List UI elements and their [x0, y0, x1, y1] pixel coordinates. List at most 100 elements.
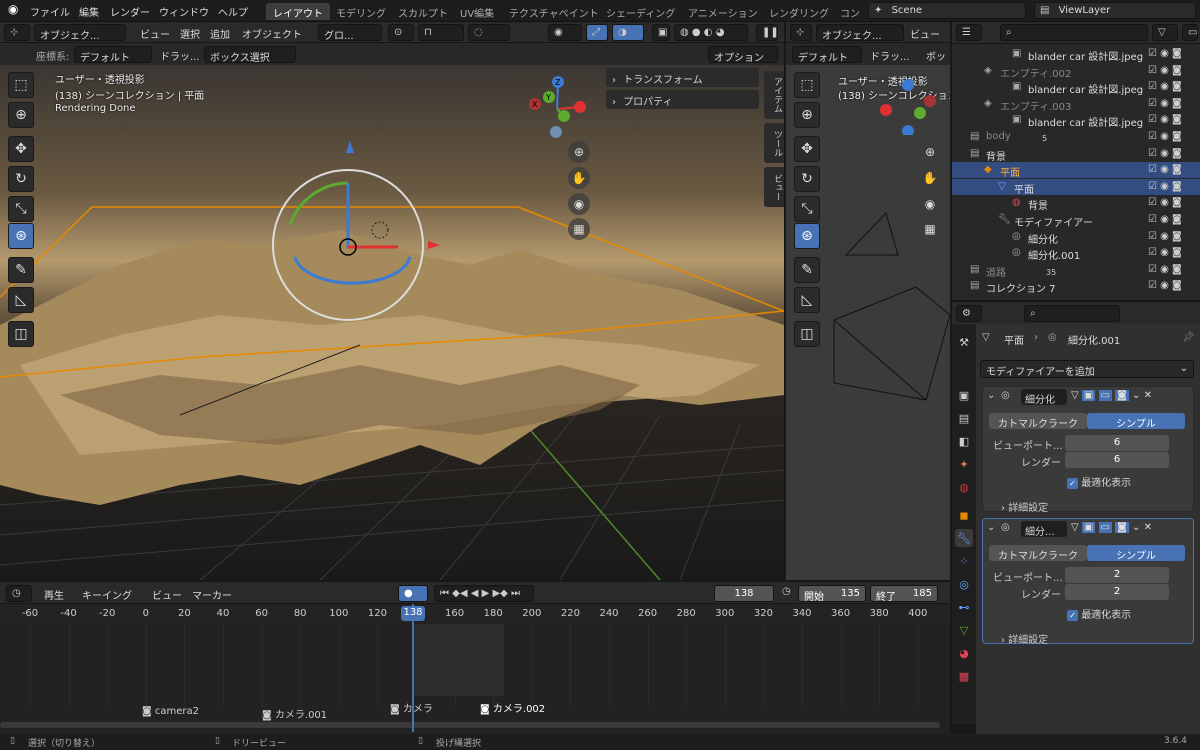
- view-layer-tab[interactable]: ◧: [955, 432, 973, 450]
- optimal-display-checkbox[interactable]: ✓ 最適化表示: [1067, 474, 1131, 489]
- start-frame-field[interactable]: 開始 135: [798, 585, 866, 602]
- overlay-toggle[interactable]: ◑: [612, 24, 644, 41]
- outliner-row[interactable]: ◆ 平面 ☑ ◉ ◙: [952, 162, 1200, 179]
- timeline-scrollbar[interactable]: [0, 722, 940, 728]
- menu-view[interactable]: ビュー: [910, 26, 940, 41]
- tab-item[interactable]: アイテム: [764, 71, 784, 119]
- move-tool[interactable]: ✥: [794, 136, 820, 162]
- add-cube-tool[interactable]: ◫: [8, 321, 34, 347]
- outliner-row[interactable]: ▤ 背景 ☑ ◉ ◙: [952, 146, 1200, 163]
- render-levels-field[interactable]: 6: [1065, 452, 1169, 468]
- modifier-name-field[interactable]: 細分化: [1021, 389, 1067, 405]
- modifier-name-field[interactable]: 細分...: [1021, 521, 1067, 537]
- mode-select[interactable]: オブジェク...: [816, 24, 904, 41]
- tab-sculpt[interactable]: スカルプト: [391, 3, 455, 20]
- ortho-view-button[interactable]: ▦: [568, 218, 590, 240]
- outliner-row[interactable]: ▣ blander car 設計図.jpeg ☑ ◉ ◙: [952, 112, 1200, 129]
- modifier-tab[interactable]: 🔧︎: [955, 529, 973, 547]
- tab-shading[interactable]: シェーディング: [599, 3, 682, 20]
- pause-button[interactable]: ❚❚: [756, 24, 778, 41]
- outliner-row[interactable]: ◎ 細分化.001 ☑ ◉ ◙: [952, 245, 1200, 262]
- tab-animation[interactable]: アニメーション: [681, 3, 765, 20]
- visibility-toggles[interactable]: ☑ ◉ ◙: [1148, 148, 1182, 159]
- outliner-row[interactable]: ▤ body ☑ ◉ ◙: [952, 129, 1200, 145]
- tab-modeling[interactable]: モデリング: [329, 3, 393, 20]
- options-button[interactable]: オプション: [708, 46, 778, 63]
- rotate-tool[interactable]: ↻: [794, 166, 820, 192]
- shading-modes[interactable]: ◍ ● ◐ ◕: [674, 24, 748, 41]
- visibility-toggle[interactable]: ◉: [548, 24, 582, 41]
- camera-view-button[interactable]: ◉: [568, 193, 590, 215]
- menu-file[interactable]: ファイル: [30, 4, 70, 19]
- current-frame-field[interactable]: 138: [714, 585, 774, 602]
- outliner-row[interactable]: ◎ 細分化 ☑ ◉ ◙: [952, 229, 1200, 246]
- select-mode[interactable]: ボックス選択: [204, 46, 296, 63]
- blender-logo-icon[interactable]: ◉: [8, 2, 18, 16]
- visibility-toggles[interactable]: ☑ ◉ ◙: [1148, 98, 1182, 109]
- camera-marker[interactable]: ◙ カメラ.002: [480, 700, 545, 715]
- select-tool[interactable]: ⬚: [794, 72, 820, 98]
- viewport-right-canvas[interactable]: ユーザー・透視投影 (138) シーンコレクション ⬚ ⊕ ✥ ↻ ⤡ ⊛ ✎ …: [786, 65, 950, 580]
- scale-tool[interactable]: ⤡: [794, 196, 820, 222]
- coord-select[interactable]: デフォルト: [792, 46, 862, 63]
- navigation-gizmo[interactable]: Z Y X: [522, 73, 592, 143]
- zoom-view-button[interactable]: ⊕: [568, 141, 590, 163]
- tab-compositing[interactable]: コン: [833, 3, 867, 20]
- outliner-row[interactable]: ◈ エンプティ.003 ☑ ◉ ◙: [952, 96, 1200, 113]
- visibility-toggles[interactable]: ☑ ◉ ◙: [1148, 81, 1182, 92]
- stopwatch-icon[interactable]: ◷: [782, 586, 791, 597]
- render-levels-field[interactable]: 2: [1065, 584, 1169, 600]
- end-frame-field[interactable]: 終了 185: [870, 585, 938, 602]
- visibility-toggles[interactable]: ☑ ◉ ◙: [1148, 280, 1182, 291]
- outliner-row[interactable]: ◈ エンプティ.002 ☑ ◉ ◙: [952, 63, 1200, 80]
- outliner-row[interactable]: ▽ 平面 ☑ ◉ ◙: [952, 178, 1200, 196]
- tab-view[interactable]: ビュー: [764, 167, 784, 207]
- coord-select[interactable]: デフォルト: [74, 46, 152, 63]
- tab-tool[interactable]: ツール: [764, 123, 784, 163]
- menu-render[interactable]: レンダー: [110, 4, 150, 19]
- world-tab[interactable]: ◍: [955, 478, 973, 496]
- tab-texture-paint[interactable]: テクスチャペイント: [502, 3, 606, 20]
- orientation-select[interactable]: グロ...: [318, 24, 382, 41]
- drag-label[interactable]: ドラッ...: [160, 48, 200, 63]
- visibility-toggles[interactable]: ☑ ◉ ◙: [1148, 65, 1182, 76]
- camera-marker[interactable]: ◙ カメラ: [390, 700, 433, 715]
- tab-rendering[interactable]: レンダリング: [762, 3, 836, 20]
- texture-tab[interactable]: ▩: [955, 667, 973, 685]
- menu-help[interactable]: ヘルプ: [218, 4, 248, 19]
- menu-window[interactable]: ウィンドウ: [159, 4, 209, 19]
- tab-uv-edit[interactable]: UV編集: [453, 3, 501, 20]
- xray-toggle[interactable]: ▣: [652, 24, 670, 41]
- menu-playback[interactable]: 再生: [44, 587, 64, 602]
- outliner-row[interactable]: ▣ blander car 設計図.jpeg ☑ ◉ ◙: [952, 46, 1200, 63]
- editor-type-button[interactable]: ⊹: [790, 24, 812, 41]
- outliner-row[interactable]: 🔧︎ モディファイアー ☑ ◉ ◙: [952, 212, 1200, 229]
- menu-add[interactable]: 追加: [210, 26, 230, 41]
- constraints-tab[interactable]: ⊷: [955, 598, 973, 616]
- physics-tab[interactable]: ◎: [955, 575, 973, 593]
- menu-keying[interactable]: キーイング: [82, 587, 132, 602]
- playhead-frame[interactable]: 138: [401, 606, 425, 621]
- transform-tool[interactable]: ⊛: [8, 223, 34, 249]
- visibility-toggles[interactable]: ☑ ◉ ◙: [1148, 181, 1182, 192]
- gizmo-right-arrow[interactable]: [428, 241, 440, 249]
- visibility-toggles[interactable]: ☑ ◉ ◙: [1148, 164, 1182, 175]
- zoom-view-button[interactable]: ⊕: [919, 141, 941, 163]
- catmull-clark-button[interactable]: カトマルクラーク: [989, 545, 1087, 562]
- measure-tool[interactable]: ◺: [794, 287, 820, 313]
- object-tab[interactable]: ◼: [955, 506, 973, 524]
- menu-timeline-view[interactable]: ビュー: [152, 587, 182, 602]
- viewlayer-selector[interactable]: ▤ ViewLayer: [1034, 2, 1196, 19]
- drag-label[interactable]: ドラッ...: [870, 48, 910, 63]
- move-tool[interactable]: ✥: [8, 136, 34, 162]
- advanced-section[interactable]: › 詳細設定: [1001, 499, 1048, 514]
- mode-select[interactable]: オブジェク...: [34, 24, 126, 41]
- gizmo-up-arrow[interactable]: [346, 141, 354, 153]
- visibility-toggles[interactable]: ☑ ◉ ◙: [1148, 131, 1182, 142]
- playback-controls[interactable]: ⏮ ◆◀ ◀ ▶ ▶◆ ⏭: [434, 585, 534, 602]
- outliner-row[interactable]: ◍ 背景 ☑ ◉ ◙: [952, 195, 1200, 212]
- timeline-area[interactable]: [0, 624, 950, 736]
- viewport-left-canvas[interactable]: ユーザー・透視投影 (138) シーンコレクション | 平面 Rendering…: [0, 65, 784, 580]
- navigation-gizmo[interactable]: [878, 75, 938, 135]
- snap-toggle[interactable]: ⊓: [418, 24, 464, 41]
